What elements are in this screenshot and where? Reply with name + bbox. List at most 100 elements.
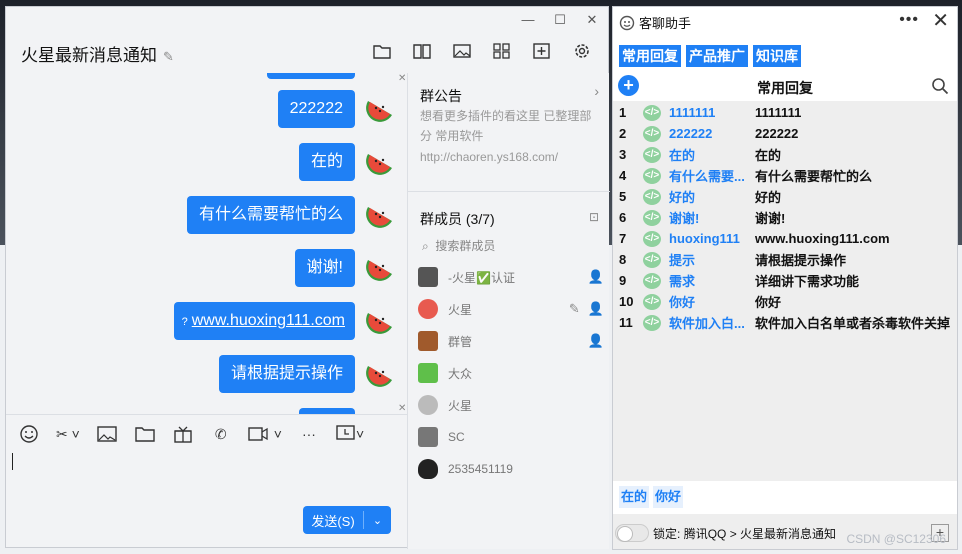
code-icon[interactable]: </> xyxy=(643,188,661,205)
reply-key[interactable]: 需求 xyxy=(669,271,755,290)
more-icon[interactable]: ••• xyxy=(899,11,919,29)
message-bubble: 在的 xyxy=(298,143,355,181)
member-search-input[interactable]: ⌕ 搜索群成员 xyxy=(422,237,495,254)
scissors-icon[interactable]: ✂ ˅ xyxy=(56,423,80,445)
member-row[interactable]: 2535451119 xyxy=(418,457,604,481)
tab-common-replies[interactable]: 常用回复 xyxy=(619,45,681,67)
close-icon[interactable]: ✕ xyxy=(584,11,600,29)
file-folder-icon[interactable] xyxy=(134,423,156,445)
scroll-down-icon[interactable]: ✕ xyxy=(398,403,406,414)
reply-key[interactable]: 好的 xyxy=(669,187,755,206)
edit-pencil-icon[interactable]: ✎ xyxy=(163,49,174,64)
reply-row[interactable]: 1 </> 1111111 1111111 xyxy=(613,102,957,123)
code-icon[interactable]: </> xyxy=(643,104,661,121)
reply-row[interactable]: 3 </> 在的 在的 xyxy=(613,144,957,165)
reply-row[interactable]: 6 </> 谢谢! 谢谢! xyxy=(613,207,957,228)
reply-row[interactable]: 10 </> 你好 你好 xyxy=(613,291,957,312)
chevron-right-icon[interactable]: › xyxy=(594,83,599,99)
reply-index: 11 xyxy=(619,315,633,330)
reply-key[interactable]: 软件加入白... xyxy=(669,313,755,332)
member-row[interactable]: SC xyxy=(418,425,604,449)
admin-icon: 👤 xyxy=(587,333,604,348)
quick-reply-chip[interactable]: 在的 xyxy=(619,486,650,508)
history-icon[interactable]: ˅ xyxy=(336,423,364,445)
watermelon-avatar-icon xyxy=(366,101,392,122)
member-row[interactable]: -火星✅认证 👤 xyxy=(418,265,604,289)
picture-icon[interactable] xyxy=(96,423,118,445)
close-icon[interactable]: ✕ xyxy=(932,8,949,33)
folder-icon[interactable] xyxy=(372,41,392,61)
maximize-icon[interactable]: ☐ xyxy=(552,11,568,29)
notice-title[interactable]: 群公告 xyxy=(420,86,462,106)
reply-row[interactable]: 5 </> 好的 好的 xyxy=(613,186,957,207)
reply-key[interactable]: 谢谢! xyxy=(669,208,755,227)
penguin-avatar xyxy=(418,459,438,479)
book-icon[interactable] xyxy=(412,41,432,61)
code-icon[interactable]: </> xyxy=(643,272,661,289)
add-reply-icon[interactable]: + xyxy=(618,75,639,96)
member-row[interactable]: 群管 👤 xyxy=(418,329,604,353)
code-icon[interactable]: </> xyxy=(643,314,661,331)
scroll-up-icon[interactable]: ✕ xyxy=(398,73,406,84)
quick-replies: 在的 你好 xyxy=(619,486,684,508)
code-icon[interactable]: </> xyxy=(643,167,661,184)
message-bubble-partial xyxy=(267,73,355,79)
notice-url[interactable]: http://chaoren.ys168.com/ xyxy=(420,150,558,164)
tab-knowledge-base[interactable]: 知识库 xyxy=(753,45,801,67)
edit-pencil-icon[interactable]: ✎ xyxy=(569,301,580,317)
lock-toggle[interactable] xyxy=(615,524,649,542)
reply-key[interactable]: 1111111 xyxy=(669,105,755,120)
image-icon[interactable] xyxy=(452,41,472,61)
reply-value: www.huoxing111.com xyxy=(755,231,890,246)
send-options-chevron-icon[interactable]: ⌄ xyxy=(364,514,391,527)
text-input-caret[interactable] xyxy=(12,453,13,470)
gear-icon[interactable] xyxy=(572,41,592,61)
video-icon[interactable]: ˅ xyxy=(248,423,282,445)
members-title: 群成员 (3/7) xyxy=(420,211,495,227)
reply-row[interactable]: 2 </> 222222 222222 xyxy=(613,123,957,144)
message-area[interactable]: ✕ 222222 在的 有什么需要帮忙的么 谢谢! ? www.huoxing11… xyxy=(6,73,407,414)
lock-status: 锁定: 腾讯QQ > 火星最新消息通知 xyxy=(653,525,836,542)
reply-key[interactable]: 222222 xyxy=(669,126,755,141)
code-icon[interactable]: </> xyxy=(643,293,661,310)
reply-row[interactable]: 7 </> huoxing111 www.huoxing111.com xyxy=(613,228,957,249)
send-button[interactable]: 发送(S) ⌄ xyxy=(303,506,391,534)
reply-key[interactable]: 有什么需要... xyxy=(669,166,755,185)
code-icon[interactable]: </> xyxy=(643,251,661,268)
reply-row[interactable]: 4 </> 有什么需要... 有什么需要帮忙的么 xyxy=(613,165,957,186)
reply-key[interactable]: huoxing111 xyxy=(669,231,755,246)
watermark: CSDN @SC12306 xyxy=(846,532,946,546)
member-name: SC xyxy=(448,430,465,444)
member-manage-icon[interactable]: ⊡ xyxy=(589,210,599,224)
code-icon[interactable]: </> xyxy=(643,146,661,163)
member-row[interactable]: 大众 xyxy=(418,361,604,385)
member-row[interactable]: 火星 ✎ 👤 xyxy=(418,297,604,321)
reply-key[interactable]: 在的 xyxy=(669,145,755,164)
watermelon-avatar-icon xyxy=(366,207,392,228)
message-link[interactable]: www.huoxing111.com xyxy=(192,312,345,329)
quick-reply-chip[interactable]: 你好 xyxy=(653,486,684,508)
code-icon[interactable]: </> xyxy=(643,125,661,142)
reply-row[interactable]: 11 </> 软件加入白... 软件加入白名单或者杀毒软件关掉 xyxy=(613,312,957,333)
minimize-icon[interactable]: — xyxy=(520,11,536,29)
gift-icon[interactable] xyxy=(172,423,194,445)
watermelon-avatar-icon xyxy=(366,313,392,334)
phone-icon[interactable]: ✆ xyxy=(210,423,232,445)
reply-key[interactable]: 你好 xyxy=(669,292,755,311)
code-icon[interactable]: </> xyxy=(643,230,661,247)
code-icon[interactable]: </> xyxy=(643,209,661,226)
message-bubble: 请根据提示操作 xyxy=(218,355,355,393)
member-row[interactable]: 火星 xyxy=(418,393,604,417)
apps-grid-icon[interactable] xyxy=(492,41,512,61)
reply-row[interactable]: 9 </> 需求 详细讲下需求功能 xyxy=(613,270,957,291)
emoji-icon[interactable] xyxy=(18,423,40,445)
reply-value: 1111111 xyxy=(755,105,802,120)
reply-list-header: 常用回复 + xyxy=(613,74,957,98)
more-icon[interactable]: ··· xyxy=(298,423,320,445)
search-icon[interactable] xyxy=(931,77,949,95)
reply-key[interactable]: 提示 xyxy=(669,250,755,269)
tab-product-promo[interactable]: 产品推广 xyxy=(686,45,748,67)
add-square-icon[interactable] xyxy=(532,41,552,61)
reply-row[interactable]: 8 </> 提示 请根据提示操作 xyxy=(613,249,957,270)
input-divider xyxy=(6,414,407,415)
